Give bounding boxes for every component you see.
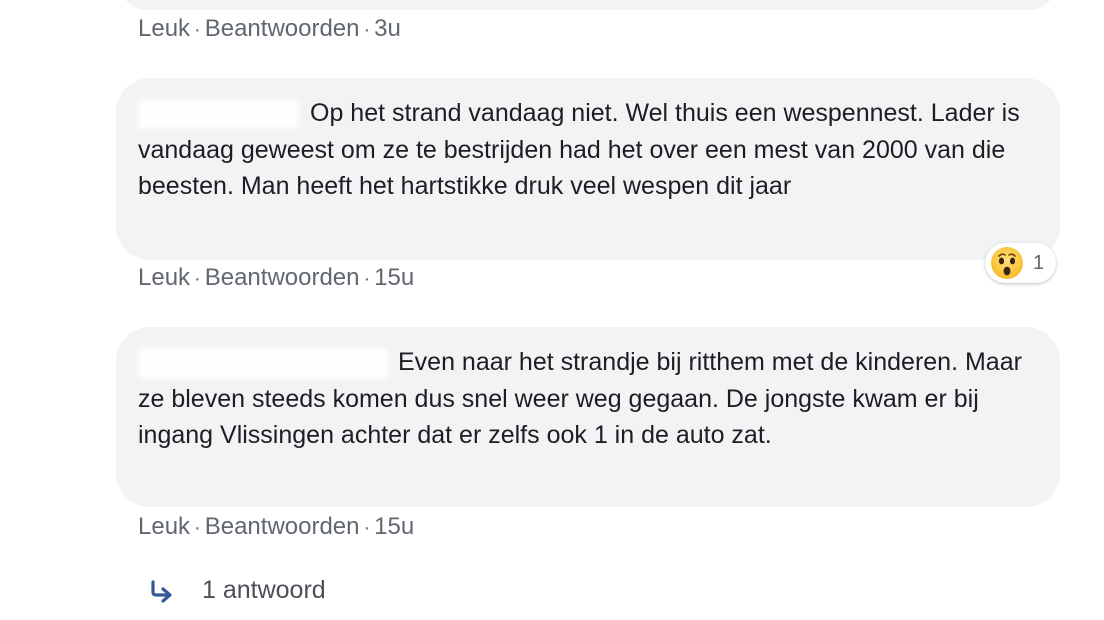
- redacted-author-name: [138, 348, 388, 379]
- like-link[interactable]: Leuk: [138, 513, 190, 540]
- reply-arrow-icon: [151, 579, 172, 603]
- comment-timestamp[interactable]: 3u: [374, 15, 401, 42]
- separator-dot: ·: [363, 268, 371, 290]
- redacted-author-name: [138, 99, 298, 130]
- comment-bubble: Op het strand vandaag niet. Wel thuis ee…: [116, 78, 1060, 260]
- like-link[interactable]: Leuk: [138, 264, 190, 291]
- reaction-count: 1: [1033, 251, 1045, 274]
- comment-timestamp[interactable]: 15u: [374, 264, 414, 291]
- previous-comment-bubble: [118, 0, 1058, 10]
- wow-emoji-icon: [991, 247, 1023, 279]
- separator-dot: ·: [194, 19, 201, 41]
- like-link[interactable]: Leuk: [138, 15, 190, 42]
- comment-actions: Leuk · Beantwoorden · 3u: [138, 15, 401, 43]
- view-replies-link[interactable]: 1 antwoord: [148, 576, 326, 605]
- comment-actions: Leuk · Beantwoorden · 15u: [138, 264, 414, 292]
- reaction-summary[interactable]: 1: [985, 243, 1057, 283]
- replies-count-label: 1 antwoord: [202, 576, 326, 604]
- comment-actions: Leuk · Beantwoorden · 15u: [138, 513, 414, 541]
- reply-link[interactable]: Beantwoorden: [205, 15, 360, 42]
- separator-dot: ·: [363, 517, 371, 539]
- comment-bubble: Even naar het strandje bij ritthem met d…: [116, 327, 1060, 507]
- separator-dot: ·: [363, 19, 371, 41]
- separator-dot: ·: [194, 268, 201, 290]
- reply-link[interactable]: Beantwoorden: [205, 513, 360, 540]
- comment-timestamp[interactable]: 15u: [374, 513, 414, 540]
- separator-dot: ·: [194, 517, 201, 539]
- reply-link[interactable]: Beantwoorden: [205, 264, 360, 291]
